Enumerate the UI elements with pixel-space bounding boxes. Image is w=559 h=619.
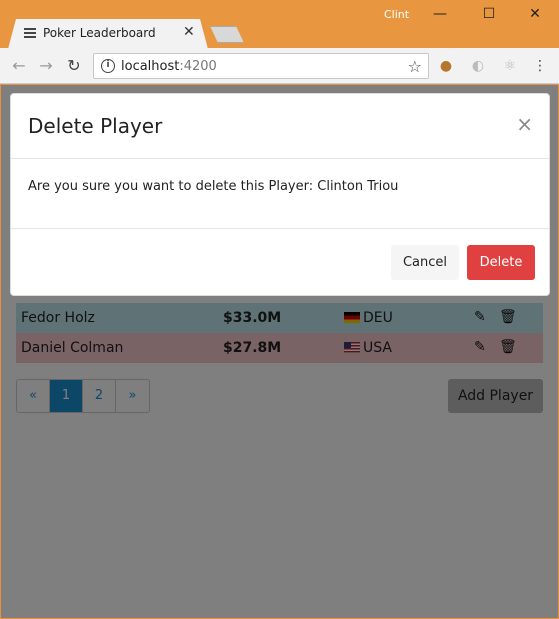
bookmark-star-icon[interactable]: ☆ xyxy=(408,57,422,76)
modal-footer: Cancel Delete xyxy=(11,228,549,296)
reload-icon[interactable]: ↻ xyxy=(63,55,85,77)
menu-kebab-icon[interactable]: ⋮ xyxy=(531,57,549,75)
modal-header: Delete Player × xyxy=(11,94,549,159)
delete-player-modal: Delete Player × Are you sure you want to… xyxy=(10,93,550,296)
hamburger-menu-icon xyxy=(24,28,36,38)
maximize-icon[interactable]: ☐ xyxy=(479,4,499,24)
new-tab-button[interactable] xyxy=(210,26,244,43)
tab-title: Poker Leaderboard xyxy=(43,26,156,40)
browser-tab[interactable]: Poker Leaderboard ✕ xyxy=(8,19,208,49)
extension-icon[interactable]: ◐ xyxy=(469,57,487,75)
modal-title: Delete Player xyxy=(28,114,163,138)
close-window-icon[interactable]: ✕ xyxy=(525,4,545,24)
cancel-button[interactable]: Cancel xyxy=(391,245,459,280)
close-icon[interactable]: × xyxy=(516,112,533,136)
back-arrow-icon[interactable]: ← xyxy=(8,55,30,77)
address-bar[interactable]: i localhost:4200 ☆ xyxy=(93,53,429,79)
browser-toolbar: ← → ↻ i localhost:4200 ☆ ● ◐ ⚛ ⋮ xyxy=(0,48,559,84)
react-devtools-icon[interactable]: ⚛ xyxy=(501,57,519,75)
forward-arrow-icon[interactable]: → xyxy=(35,55,57,77)
cookie-extension-icon[interactable]: ● xyxy=(437,57,455,75)
url-text: localhost:4200 xyxy=(121,59,217,74)
delete-button[interactable]: Delete xyxy=(467,245,535,280)
profile-name[interactable]: Clint xyxy=(384,8,409,21)
info-icon[interactable]: i xyxy=(101,59,115,73)
modal-message: Are you sure you want to delete this Pla… xyxy=(28,179,399,194)
title-bar: Poker Leaderboard ✕ Clint — ☐ ✕ xyxy=(0,0,559,49)
page-viewport: Fedor Holz $33.0M DEU ✎ 🗑 Daniel Colman … xyxy=(1,85,558,618)
tab-close-icon[interactable]: ✕ xyxy=(183,24,195,40)
minimize-icon[interactable]: — xyxy=(430,4,450,24)
